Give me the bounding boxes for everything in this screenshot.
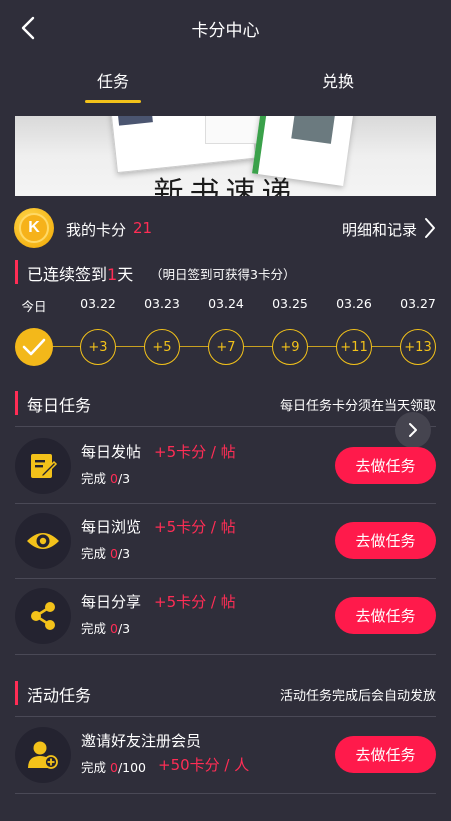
section-marker: [15, 391, 18, 415]
signin-reward-node: +9: [272, 329, 308, 365]
task-row: 每日发帖 +5卡分 / 帖 完成 0/3 去做任务: [0, 432, 451, 504]
do-task-button[interactable]: 去做任务: [335, 522, 436, 559]
do-task-button[interactable]: 去做任务: [335, 447, 436, 484]
task-progress: 完成 0/100: [81, 760, 147, 775]
task-icon: [15, 727, 71, 783]
task-progress: 完成 0/3: [81, 621, 131, 636]
signin-dates: 今日 03.22 03.23 03.24 03.25 03.26 03.27: [0, 296, 451, 316]
signin-checked-node: [15, 328, 53, 366]
signin-status: 已连续签到1天: [27, 265, 134, 284]
section-title: 活动任务: [27, 686, 92, 705]
eye-icon: [27, 533, 59, 549]
task-reward: +50卡分 / 人: [158, 756, 250, 774]
divider: [15, 503, 436, 504]
chevron-right-icon[interactable]: [423, 217, 437, 239]
signin-header: 已连续签到1天 （明日签到可获得3卡分）: [0, 258, 451, 288]
divider: [15, 793, 436, 794]
task-row: 邀请好友注册会员 完成 0/100 +50卡分 / 人 去做任务: [0, 721, 451, 793]
signin-date: 03.26: [336, 296, 372, 311]
signin-reward-node: +3: [80, 329, 116, 365]
signin-reward-node: +7: [208, 329, 244, 365]
points-row: K 我的卡分 21 明细和记录: [0, 208, 451, 248]
coin-icon: K: [14, 208, 54, 248]
divider: [15, 426, 436, 427]
do-task-button[interactable]: 去做任务: [335, 736, 436, 773]
task-reward: +5卡分 / 帖: [154, 593, 236, 611]
task-name: 邀请好友注册会员: [81, 732, 202, 750]
signin-track: +3 +5 +7 +9 +11 +13: [0, 327, 451, 367]
tab-bar: 任务 兑换: [0, 58, 451, 106]
tab-exchange[interactable]: 兑换: [278, 68, 398, 92]
do-task-button[interactable]: 去做任务: [335, 597, 436, 634]
task-name: 每日浏览: [81, 518, 142, 536]
add-user-icon: [28, 741, 58, 769]
signin-reward-node: +13: [400, 329, 436, 365]
divider: [15, 716, 436, 717]
signin-date: 今日: [21, 299, 47, 314]
detail-link[interactable]: 明细和记录: [342, 219, 417, 240]
signin-reward-node: +5: [144, 329, 180, 365]
task-row: 每日浏览 +5卡分 / 帖 完成 0/3 去做任务: [0, 507, 451, 579]
points-value: 21: [133, 219, 153, 237]
signin-date: 03.25: [272, 296, 308, 311]
top-bar: 卡分中心: [0, 0, 451, 56]
signin-date: 03.27: [400, 296, 436, 311]
signin-date: 03.23: [144, 296, 180, 311]
signin-note: （明日签到可获得3卡分）: [150, 267, 296, 282]
task-name: 每日发帖: [81, 443, 142, 461]
tab-tasks[interactable]: 任务: [53, 68, 173, 92]
page-title: 卡分中心: [191, 21, 260, 41]
task-icon: [15, 513, 71, 569]
task-icon: [15, 438, 71, 494]
section-marker: [15, 681, 18, 705]
check-icon: [22, 338, 46, 356]
divider: [15, 654, 436, 655]
section-marker: [15, 260, 18, 284]
banner-text: 新书速递: [153, 176, 298, 196]
section-title: 每日任务: [27, 396, 92, 415]
task-progress: 完成 0/3: [81, 546, 131, 561]
signin-date: 03.22: [80, 296, 116, 311]
edit-note-icon: [31, 454, 58, 479]
task-reward: +5卡分 / 帖: [154, 443, 236, 461]
signin-reward-node: +11: [336, 329, 372, 365]
signin-date: 03.24: [208, 296, 244, 311]
task-row: 每日分享 +5卡分 / 帖 完成 0/3 去做任务: [0, 582, 451, 654]
active-tab-indicator: [85, 100, 141, 103]
share-icon: [31, 602, 55, 630]
activity-tasks-header: 活动任务 活动任务完成后会自动发放: [0, 678, 451, 708]
task-name: 每日分享: [81, 593, 142, 611]
task-reward: +5卡分 / 帖: [154, 518, 236, 536]
divider: [15, 578, 436, 579]
task-icon: [15, 588, 71, 644]
points-label: 我的卡分: [66, 221, 127, 239]
section-note: 活动任务完成后会自动发放: [279, 689, 436, 704]
task-progress: 完成 0/3: [81, 471, 131, 486]
daily-tasks-header: 每日任务 每日任务卡分须在当天领取: [0, 388, 451, 418]
promo-banner[interactable]: 新书速递: [15, 116, 436, 196]
